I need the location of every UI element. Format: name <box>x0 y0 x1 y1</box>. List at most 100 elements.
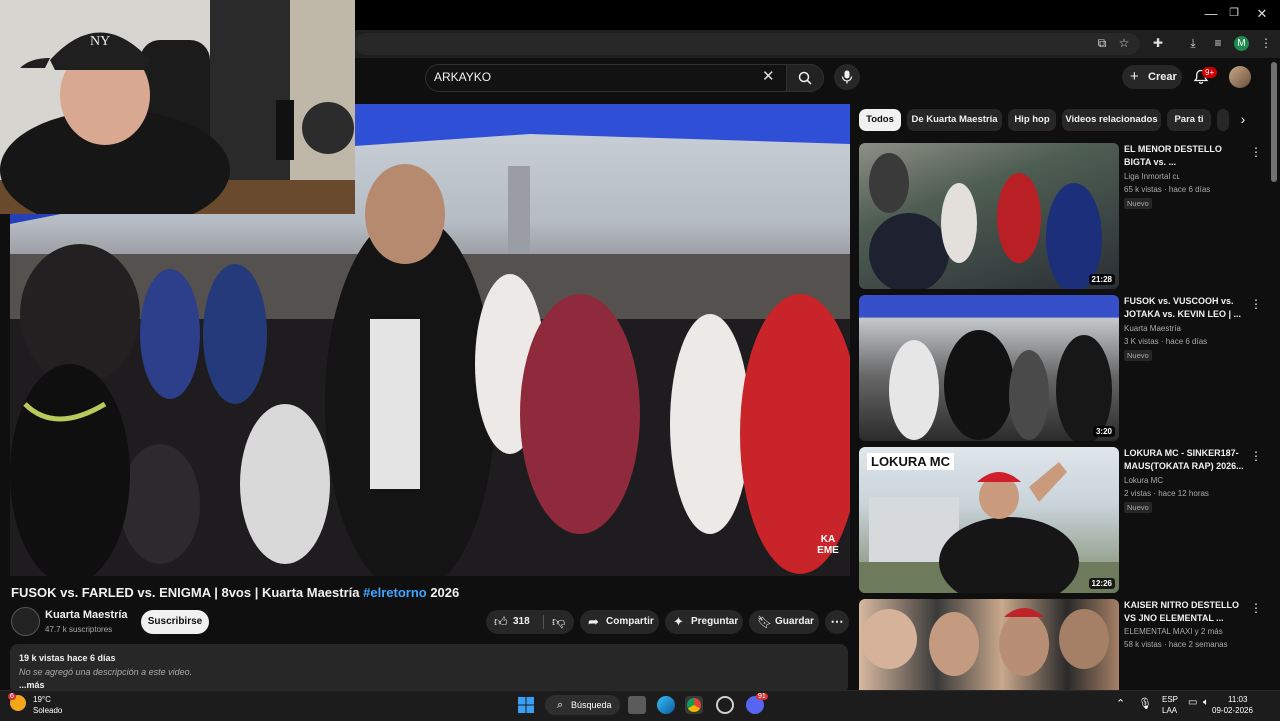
clock-time[interactable]: 11:03 <box>1228 695 1247 704</box>
weather-desc: Soleado <box>33 706 63 715</box>
language-indicator[interactable]: ESP <box>1162 695 1178 704</box>
rec-thumbnail-text: LOKURA MC <box>867 453 954 470</box>
volume-icon[interactable]: 🔈︎ <box>1203 697 1209 708</box>
dislike-button[interactable]: 👎︎ <box>546 610 574 634</box>
rec-thumbnail[interactable] <box>859 599 1119 690</box>
microphone-icon <box>841 70 853 84</box>
rec-channel[interactable]: Kuarta Maestría <box>1124 324 1181 333</box>
obs-icon[interactable] <box>716 696 734 714</box>
chrome-icon[interactable] <box>685 696 703 714</box>
rec-new-badge: Nuevo <box>1124 350 1152 361</box>
hashtag-link[interactable]: #elretorno <box>363 585 427 600</box>
more-horizontal-icon: ⋯ <box>830 614 844 629</box>
clear-search-icon[interactable]: ✕ <box>762 67 775 85</box>
video-title: FUSOK vs. FARLED vs. ENIGMA | 8vos | Kua… <box>11 585 459 600</box>
notification-badge: 9+ <box>1202 67 1218 78</box>
chip-overflow[interactable] <box>1217 109 1229 131</box>
voice-search-button[interactable] <box>834 64 860 90</box>
show-more-link[interactable]: ...más <box>19 680 45 690</box>
rec-duration: 3:20 <box>1092 426 1115 437</box>
rec-meta: 65 k vistas · hace 6 días <box>1124 185 1211 194</box>
channel-avatar[interactable] <box>11 607 40 636</box>
clock-date[interactable]: 09-02-2026 <box>1212 706 1253 715</box>
bookmark-icon: 🔖︎ <box>757 615 773 629</box>
create-button[interactable]: + Crear <box>1122 65 1182 89</box>
video-watermark: KA EME <box>817 534 839 556</box>
chip-hip-hop[interactable]: Hip hop <box>1008 109 1056 131</box>
view-count-date: 19 k vistas hace 6 días <box>19 653 116 663</box>
minimize-button[interactable]: — <box>1201 6 1221 21</box>
create-label: Crear <box>1148 71 1177 83</box>
rec-thumbnail[interactable]: 3:20 <box>859 295 1119 441</box>
rec-title[interactable]: LOKURA MC - SINKER187- MAUS(TOKATA RAP) … <box>1124 447 1246 473</box>
page-scrollbar[interactable] <box>1271 62 1277 182</box>
close-window-button[interactable]: ✕ <box>1252 6 1272 22</box>
media-control-icon[interactable]: ≡ <box>1210 36 1226 50</box>
rec-more-icon[interactable]: ⋮ <box>1250 601 1262 615</box>
start-button[interactable] <box>517 696 535 714</box>
task-view-icon[interactable] <box>628 696 646 714</box>
edge-icon[interactable] <box>657 696 675 714</box>
webcam-frame: NY <box>0 0 355 214</box>
microphone-tray-icon[interactable]: 🎙︎ <box>1138 697 1152 710</box>
address-bar[interactable] <box>355 33 1140 55</box>
account-avatar[interactable] <box>1229 66 1251 88</box>
share-button[interactable]: ➦ Compartir <box>580 610 659 634</box>
chevron-up-icon[interactable]: ⌃ <box>1116 697 1125 710</box>
rec-channel[interactable]: Liga Inmortal ᴄʟ <box>1124 172 1180 181</box>
subscribe-button[interactable]: Suscribirse <box>141 610 209 634</box>
display-icon[interactable]: ▭ <box>1188 697 1197 708</box>
rec-thumbnail[interactable]: 21:28 <box>859 143 1119 289</box>
rec-title[interactable]: KAISER NITRO DESTELLO VS JNO ELEMENTAL .… <box>1124 599 1246 625</box>
like-button[interactable]: 👍︎ 318 <box>486 610 542 634</box>
chip-todos[interactable]: Todos <box>859 109 901 131</box>
search-icon <box>798 71 812 85</box>
like-dislike-group: 👍︎ 318 👎︎ <box>486 610 574 634</box>
share-icon: ➦ <box>588 614 599 629</box>
rec-more-icon[interactable]: ⋮ <box>1250 449 1262 463</box>
weather-widget[interactable]: 6 19°C Soleado <box>8 693 78 717</box>
rec-channel[interactable]: ELEMENTAL MAXI y 2 más <box>1124 627 1223 636</box>
browser-menu-icon[interactable]: ⋮ <box>1258 36 1274 50</box>
rec-channel[interactable]: Lokura MC <box>1124 476 1163 485</box>
chip-de-kuarta-maestria[interactable]: De Kuarta Maestría <box>907 109 1002 131</box>
weather-temp: 19°C <box>33 695 51 704</box>
discord-badge: 91 <box>756 693 768 700</box>
downloads-icon[interactable]: ⤓ <box>1185 36 1201 51</box>
rec-title[interactable]: EL MENOR DESTELLO BIGTA vs. ... <box>1124 143 1246 169</box>
search-input[interactable]: ARKAYKO <box>434 70 491 84</box>
rec-duration: 12:26 <box>1088 578 1115 589</box>
search-button[interactable] <box>786 64 824 92</box>
extensions-icon[interactable]: ✚ <box>1150 36 1166 50</box>
chrome-logo <box>687 698 701 712</box>
save-label: Guardar <box>775 616 814 627</box>
browser-profile-avatar[interactable]: M <box>1234 36 1249 51</box>
save-button[interactable]: 🔖︎ Guardar <box>749 610 819 634</box>
webcam-overlay: NY <box>0 0 355 214</box>
chip-videos-relacionados[interactable]: Videos relacionados <box>1062 109 1161 131</box>
rec-new-badge: Nuevo <box>1124 502 1152 513</box>
taskbar-search-label: Búsqueda <box>571 700 612 710</box>
ask-button[interactable]: ✦ Preguntar <box>665 610 743 634</box>
rec-title[interactable]: FUSOK vs. VUSCOOH vs. JOTAKA vs. KEVIN L… <box>1124 295 1246 321</box>
maximize-button[interactable]: ❐ <box>1224 6 1244 19</box>
weather-badge: 6 <box>8 693 16 700</box>
sparkle-icon: ✦ <box>673 614 684 629</box>
rec-thumbnail[interactable]: LOKURA MC 12:26 <box>859 447 1119 593</box>
rec-more-icon[interactable]: ⋮ <box>1250 297 1262 311</box>
install-app-icon[interactable]: ⧉ <box>1094 36 1110 51</box>
bookmark-star-icon[interactable]: ☆ <box>1116 36 1132 50</box>
rec-thumbnail-image <box>889 330 1112 441</box>
language-layout[interactable]: LAA <box>1162 706 1177 715</box>
rec-thumbnail-image <box>869 153 1102 289</box>
rec-meta: 2 vistas · hace 12 horas <box>1124 489 1209 498</box>
windows-logo-icon <box>518 697 534 713</box>
channel-name[interactable]: Kuarta Maestría <box>45 609 128 621</box>
share-label: Compartir <box>606 616 654 627</box>
discord-icon[interactable]: 91 <box>746 693 768 714</box>
chip-para-ti[interactable]: Para ti <box>1167 109 1211 131</box>
chevron-right-icon[interactable]: › <box>1234 111 1252 127</box>
taskbar-search[interactable]: ⌕ Búsqueda <box>545 695 620 715</box>
rec-more-icon[interactable]: ⋮ <box>1250 145 1262 159</box>
more-actions-button[interactable]: ⋯ <box>825 610 849 634</box>
